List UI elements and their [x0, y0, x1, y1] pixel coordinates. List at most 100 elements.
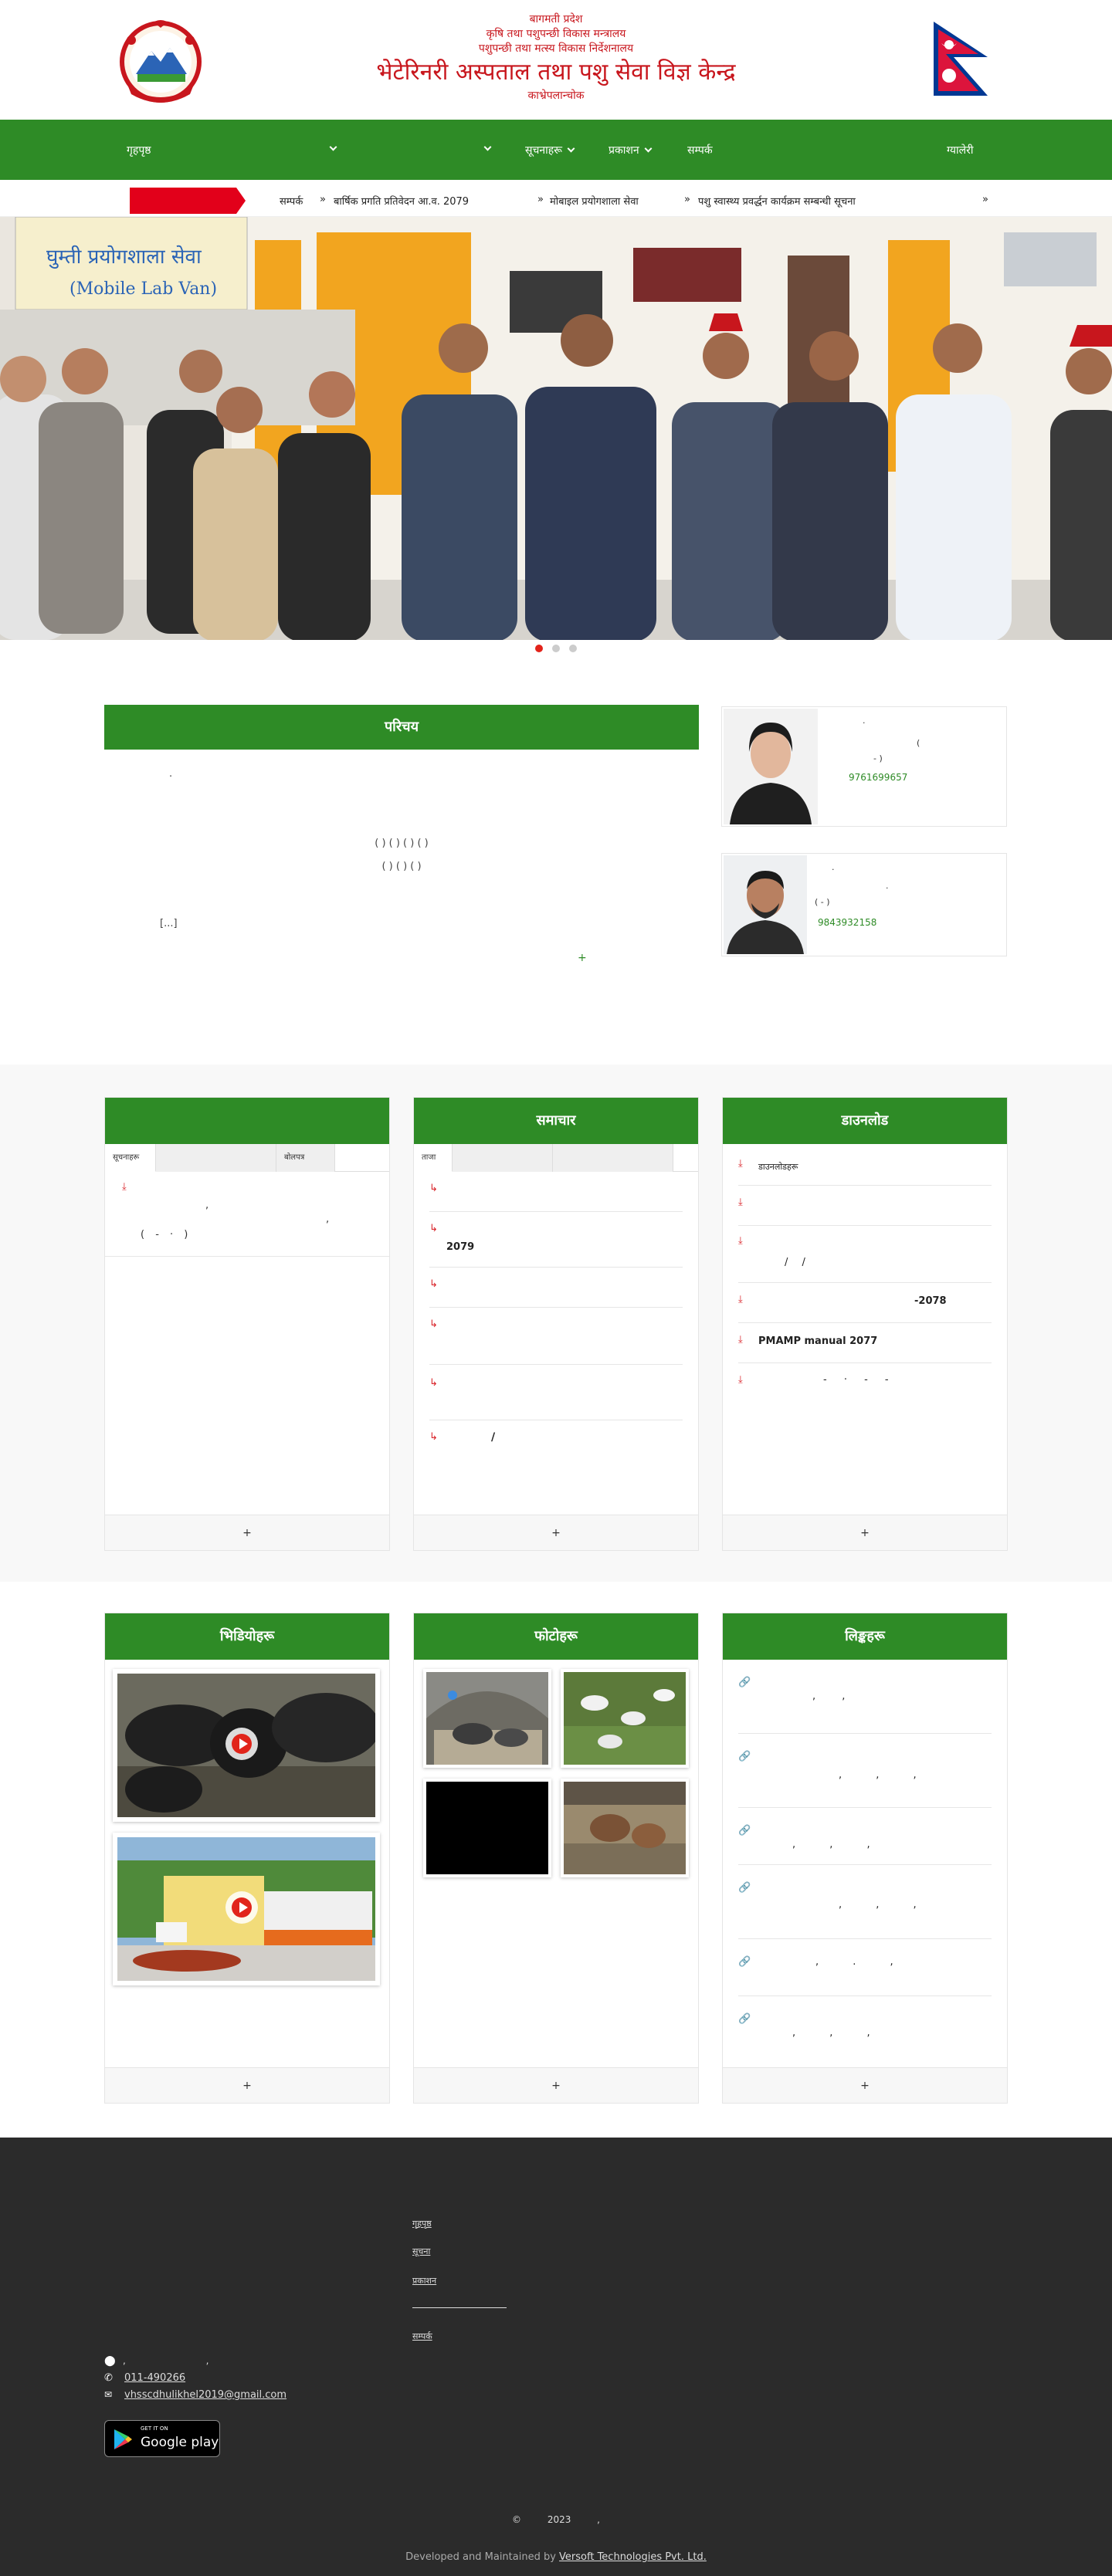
footer-link-publication[interactable]: प्रकाशन [412, 2275, 436, 2287]
gallery-box: फोटोहरू + [413, 1613, 699, 2104]
news-item[interactable]: ↳ [429, 1308, 683, 1365]
video-thumbnail[interactable] [113, 1669, 380, 1822]
download-item[interactable]: ⤓ डाउनलोडहरू [738, 1144, 992, 1186]
chevron-down-icon [329, 143, 337, 151]
ticker-separator: » [320, 194, 326, 205]
ticker-separator: » [982, 194, 988, 205]
tab-tenders[interactable]: बोलपत्र [276, 1144, 335, 1172]
gallery-image [426, 1672, 548, 1765]
news-item[interactable]: ↳ [429, 1172, 683, 1212]
download-icon: ⤓ [738, 1158, 743, 1170]
mail-icon: ✉ [104, 2389, 113, 2400]
nav-home[interactable]: गृहपृष्ठ [127, 143, 151, 157]
svg-text:घुम्ती प्रयोगशाला सेवा: घुम्ती प्रयोगशाला सेवा [46, 245, 202, 269]
notices-more-button[interactable]: + [105, 1515, 389, 1550]
links-heading: लिङ्कहरू [723, 1613, 1007, 1660]
download-item[interactable]: ⤓ PMAMP manual 2077 [738, 1323, 992, 1363]
intro-section: परिचय . ( ) ( ) ( ) ( ) ( ) ( ) ( ) [...… [0, 655, 1112, 1065]
chevron-down-icon [567, 144, 575, 153]
news-tabs: ताजा [414, 1144, 698, 1172]
news-ticker: सम्पर्क » बार्षिक प्रगति प्रतिवेदन आ.व. … [0, 180, 1112, 217]
tab-blank[interactable] [553, 1144, 673, 1172]
ticker-item[interactable]: बार्षिक प्रगति प्रतिवेदन आ.व. 2079 [334, 194, 469, 208]
gallery-image [564, 1672, 686, 1765]
news-item[interactable]: ↳ / [429, 1420, 683, 1461]
link-item[interactable]: 🔗 , , , [738, 1996, 992, 2053]
link-item[interactable]: 🔗 , , [738, 1660, 992, 1734]
location-icon: ⬤ [104, 2355, 116, 2367]
link-item[interactable]: 🔗 , , , [738, 1808, 992, 1865]
downloads-more-button[interactable]: + [723, 1515, 1007, 1550]
download-icon: ⤓ [122, 1181, 127, 1193]
play-icon[interactable] [225, 1728, 258, 1760]
staff-photo [724, 855, 807, 954]
news-heading: समाचार [414, 1098, 698, 1144]
chevron-down-icon [483, 143, 492, 151]
links-more-button[interactable]: + [723, 2067, 1007, 2103]
news-more-button[interactable]: + [414, 1515, 698, 1550]
arrow-icon: ↳ [429, 1377, 438, 1389]
news-item[interactable]: ↳ [429, 1365, 683, 1420]
svg-text:(Mobile Lab Van): (Mobile Lab Van) [70, 279, 217, 299]
staff-card: · ( - ) 9761699657 [721, 706, 1007, 827]
gallery-thumbnail[interactable] [561, 1669, 689, 1768]
nav-contact[interactable]: सम्पर्क [687, 143, 713, 157]
link-icon: 🔗 [738, 1751, 751, 1762]
news-item[interactable]: ↳ 2079 [429, 1212, 683, 1268]
ticker-item[interactable]: सम्पर्क [280, 194, 303, 208]
video-thumbnail[interactable] [113, 1833, 380, 1985]
intro-more-button[interactable]: + [578, 952, 587, 964]
tab-blank[interactable] [156, 1144, 276, 1172]
gallery-thumbnail[interactable] [561, 1779, 689, 1877]
notice-item[interactable]: ⤓ , , ( - · ) [105, 1172, 389, 1257]
footer-link-contact[interactable]: सम्पर्क [412, 2331, 432, 2342]
read-more-link[interactable]: [...] [104, 913, 699, 935]
videos-more-button[interactable]: + [105, 2067, 389, 2103]
slider-dots [0, 640, 1112, 655]
slider-dot[interactable] [552, 645, 560, 652]
tab-blank[interactable] [453, 1144, 553, 1172]
tab-notices[interactable]: सूचनाहरू [105, 1144, 156, 1172]
google-play-badge[interactable]: GET IT ON Google play [104, 2420, 220, 2457]
nav-dropdown-1[interactable] [324, 143, 337, 155]
footer-link-home[interactable]: गृहपृष्ठ [412, 2218, 432, 2229]
gallery-thumbnail[interactable] [423, 1779, 551, 1877]
play-icon[interactable] [225, 1891, 258, 1924]
intro-heading: परिचय [104, 705, 699, 750]
phone-icon: ✆ [104, 2372, 113, 2384]
link-item[interactable]: 🔗 , , , [738, 1734, 992, 1808]
nav-dropdown-2[interactable] [479, 143, 492, 155]
slider-dot-active[interactable] [535, 645, 543, 652]
nav-notices[interactable]: सूचनाहरू [525, 143, 575, 157]
nav-publications[interactable]: प्रकाशन [609, 143, 653, 157]
link-icon: 🔗 [738, 1677, 751, 1688]
download-item[interactable]: ⤓ [738, 1186, 992, 1226]
tab-latest[interactable]: ताजा [414, 1144, 453, 1172]
staff-phone[interactable]: 9843932158 [818, 917, 876, 928]
developer-link[interactable]: Versoft Technologies Pvt. Ltd. [559, 2551, 707, 2563]
ticker-separator: » [537, 194, 544, 205]
news-item[interactable]: ↳ [429, 1268, 683, 1308]
staff-card: · · ( - ) 9843932158 [721, 853, 1007, 956]
footer-link-notice[interactable]: सूचना [412, 2246, 430, 2257]
link-item[interactable]: 🔗 , , , [738, 1865, 992, 1939]
nepal-flag-icon [934, 22, 988, 96]
hero-slide-image: घुम्ती प्रयोगशाला सेवा (Mobile Lab Van) [0, 217, 1112, 640]
hero-slider[interactable]: घुम्ती प्रयोगशाला सेवा (Mobile Lab Van) [0, 217, 1112, 640]
chevron-down-icon [644, 144, 653, 153]
gallery-thumbnail[interactable] [423, 1669, 551, 1768]
ticker-item[interactable]: पशु स्वास्थ्य प्रवर्द्धन कार्यक्रम सम्बन… [698, 194, 856, 208]
download-item[interactable]: ⤓ / / [738, 1226, 992, 1283]
staff-phone[interactable]: 9761699657 [849, 772, 907, 783]
gallery-more-button[interactable]: + [414, 2067, 698, 2103]
download-item[interactable]: ⤓ -2078 [738, 1283, 992, 1323]
google-play-icon [114, 2429, 132, 2449]
slider-dot[interactable] [569, 645, 577, 652]
copyright-text: © 2023 , [512, 2514, 600, 2525]
download-item[interactable]: ⤓ - · - - [738, 1363, 992, 1403]
download-icon: ⤓ [738, 1294, 743, 1305]
nav-gallery[interactable]: ग्यालेरी [947, 143, 974, 157]
ticker-item[interactable]: मोबाइल प्रयोगशाला सेवा [550, 194, 639, 208]
notices-box: सूचनाहरू बोलपत्र ⤓ , , ( - · ) + [104, 1097, 390, 1551]
link-item[interactable]: 🔗 , . , [738, 1939, 992, 1996]
